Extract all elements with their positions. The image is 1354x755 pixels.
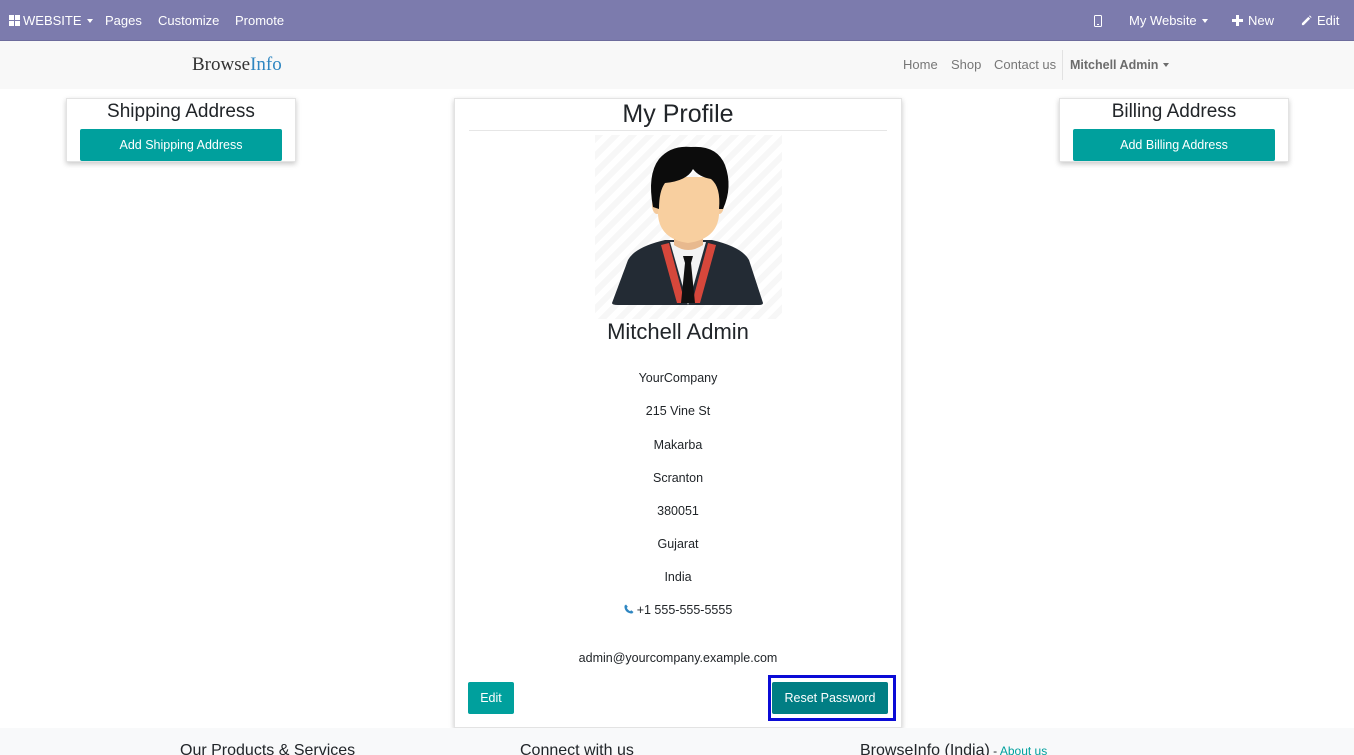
add-shipping-address-button[interactable]: Add Shipping Address [80, 129, 282, 161]
website-admin-bar: WEBSITE Pages Customize Promote My Websi… [0, 0, 1354, 41]
profile-street: 215 Vine St [645, 404, 711, 418]
profile-state: Gujarat [657, 537, 699, 551]
footer-company-name: BrowseInfo (India) [860, 742, 990, 755]
website-navbar: BrowseInfo Home Shop Contact us Mitchell… [0, 41, 1354, 89]
chevron-down-icon [1163, 62, 1170, 67]
my-website-label: My Website [1129, 13, 1197, 28]
footer: Our Products & Services Connect with us … [0, 728, 1354, 755]
reset-password-button[interactable]: Reset Password [772, 682, 888, 714]
brand-prefix: Browse [192, 54, 251, 75]
profile-street2: Makarba [653, 438, 703, 452]
promote-menu[interactable]: Promote [235, 0, 284, 41]
brand-logo[interactable]: BrowseInfo [192, 54, 282, 76]
nav-shop[interactable]: Shop [951, 41, 981, 89]
shipping-address-title: Shipping Address [107, 101, 255, 122]
profile-title: My Profile [622, 100, 734, 128]
profile-city: Scranton [652, 471, 704, 485]
footer-about-us-link[interactable]: About us [1000, 744, 1047, 755]
edit-profile-button[interactable]: Edit [468, 682, 514, 714]
profile-company: YourCompany [638, 371, 718, 385]
profile-divider [469, 130, 887, 131]
profile-card: My Profile Mitchell Admin YourCompany 21… [454, 98, 902, 728]
nav-contact-us[interactable]: Contact us [994, 41, 1056, 89]
brand-suffix: Info [250, 54, 282, 75]
billing-address-title: Billing Address [1111, 101, 1237, 122]
edit-label: Edit [1317, 13, 1340, 28]
profile-name: Mitchell Admin [607, 319, 749, 344]
new-label: New [1248, 13, 1275, 28]
footer-products-heading: Our Products & Services [180, 742, 356, 755]
businessman-avatar-icon [612, 146, 763, 305]
nav-home[interactable]: Home [903, 41, 938, 89]
plus-icon [1232, 15, 1243, 27]
new-button[interactable]: New [1232, 0, 1274, 41]
chevron-down-icon [86, 18, 93, 23]
mobile-preview-button[interactable] [1094, 0, 1102, 41]
profile-phone: +1 555-555-5555 [455, 603, 901, 617]
nav-divider [1062, 50, 1063, 80]
billing-address-card: Billing Address Add Billing Address [1059, 98, 1289, 162]
apps-grid-icon [9, 15, 20, 27]
shipping-address-card: Shipping Address Add Shipping Address [66, 98, 296, 162]
avatar [595, 135, 782, 319]
user-name: Mitchell Admin [1070, 58, 1159, 72]
footer-connect-heading: Connect with us [520, 742, 634, 755]
customize-menu[interactable]: Customize [158, 0, 219, 41]
add-billing-address-button[interactable]: Add Billing Address [1073, 129, 1275, 161]
profile-zip: 380051 [657, 504, 699, 518]
profile-country: India [664, 570, 692, 584]
phone-icon [624, 604, 634, 614]
pages-menu[interactable]: Pages [105, 0, 142, 41]
my-website-menu[interactable]: My Website [1129, 0, 1208, 41]
footer-company-heading: BrowseInfo (India) - About us [860, 742, 1047, 755]
website-menu-label: WEBSITE [23, 13, 82, 28]
mobile-icon [1094, 14, 1102, 27]
edit-page-button[interactable]: Edit [1301, 0, 1339, 41]
phone-number: +1 555-555-5555 [636, 603, 733, 617]
chevron-down-icon [1201, 18, 1208, 23]
user-menu[interactable]: Mitchell Admin [1070, 41, 1170, 89]
profile-email: admin@yourcompany.example.com [578, 651, 778, 665]
pencil-icon [1301, 14, 1312, 25]
website-menu[interactable]: WEBSITE [9, 0, 93, 41]
footer-separator: - [989, 744, 1000, 755]
